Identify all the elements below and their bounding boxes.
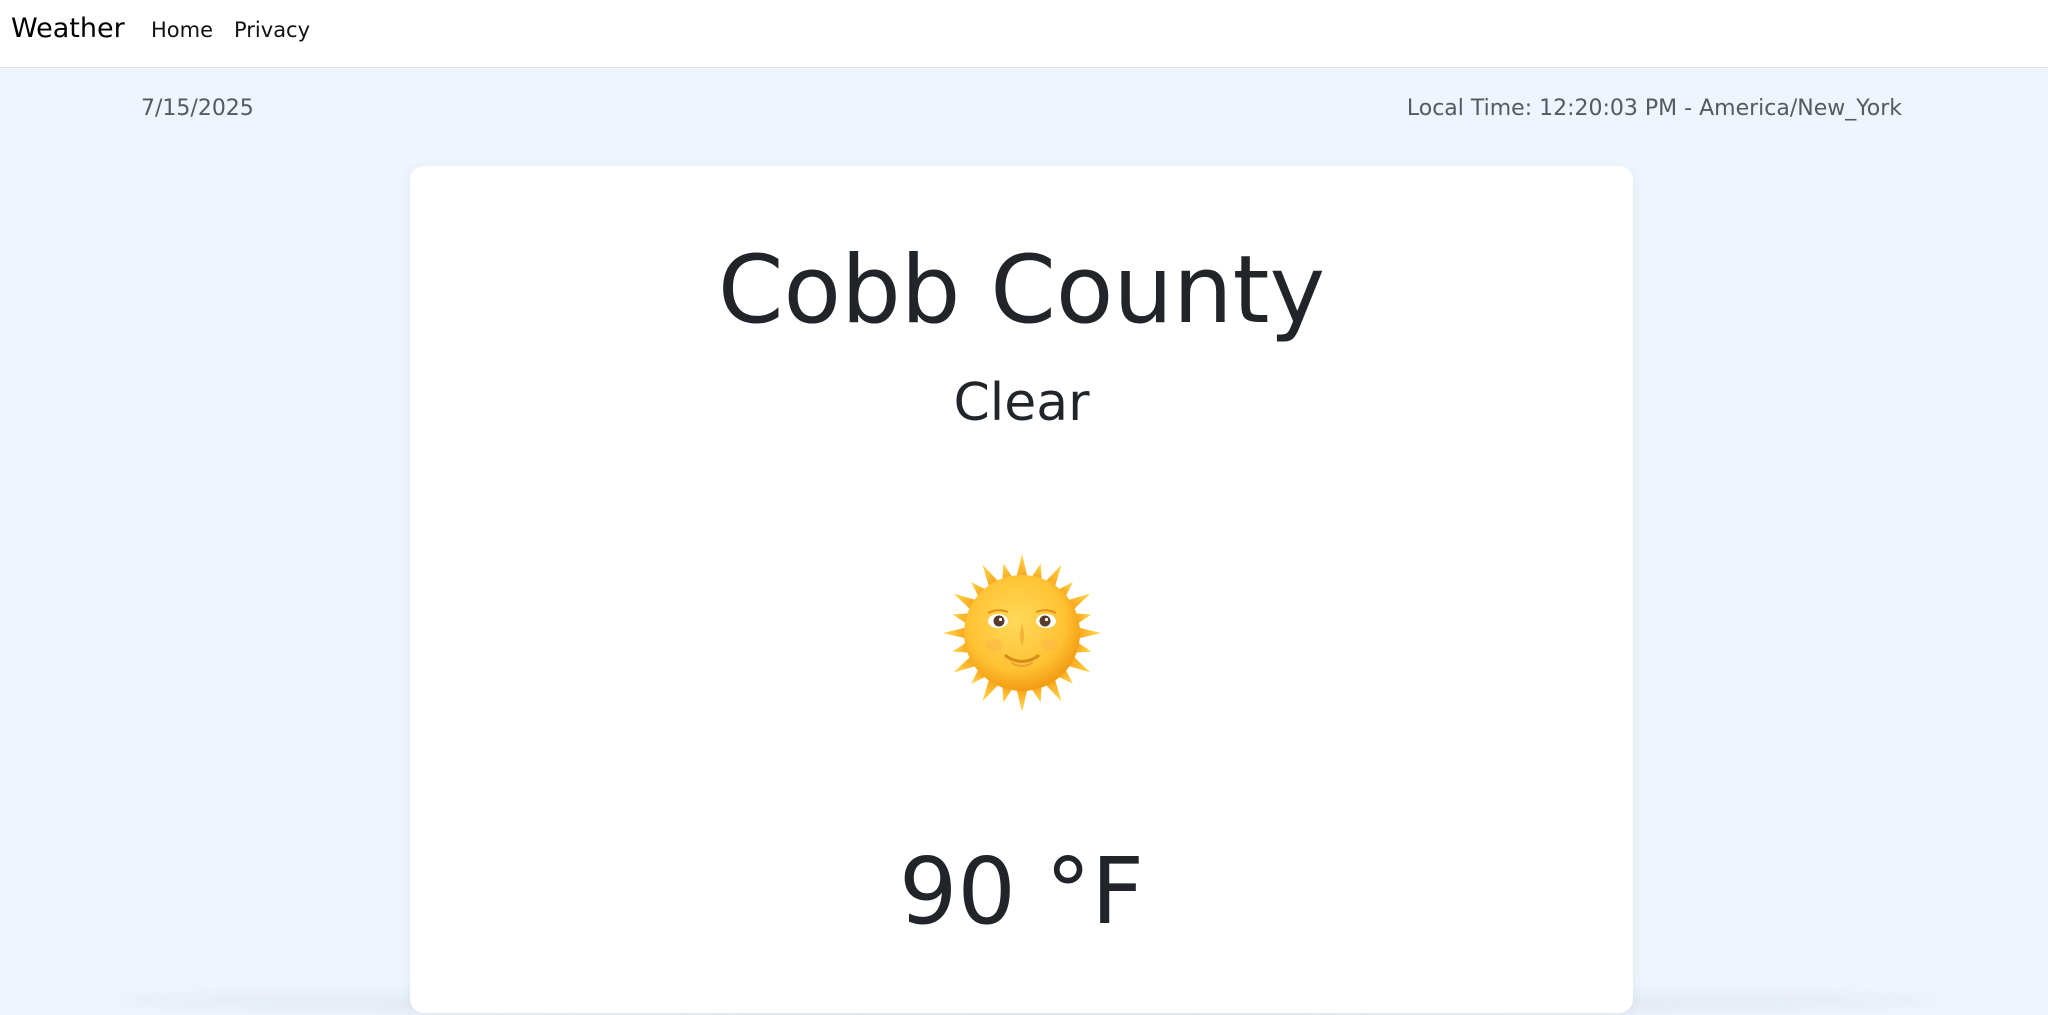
local-time: Local Time: 12:20:03 PM - America/New_Yo…: [1406, 96, 1902, 121]
location-title: Cobb County: [717, 236, 1326, 345]
sun-with-face-icon: [942, 553, 1102, 713]
weather-condition: Clear: [953, 373, 1090, 433]
nav-link-privacy[interactable]: Privacy: [234, 16, 310, 44]
temperature-reading: 90 °F: [898, 838, 1145, 945]
top-navbar: Weather Home Privacy: [0, 0, 2048, 68]
brand-link[interactable]: Weather: [11, 12, 125, 46]
weather-card: Cobb County Clear 90 °F: [410, 166, 1633, 1013]
nav-link-home[interactable]: Home: [151, 16, 213, 44]
current-date: 7/15/2025: [141, 96, 254, 121]
